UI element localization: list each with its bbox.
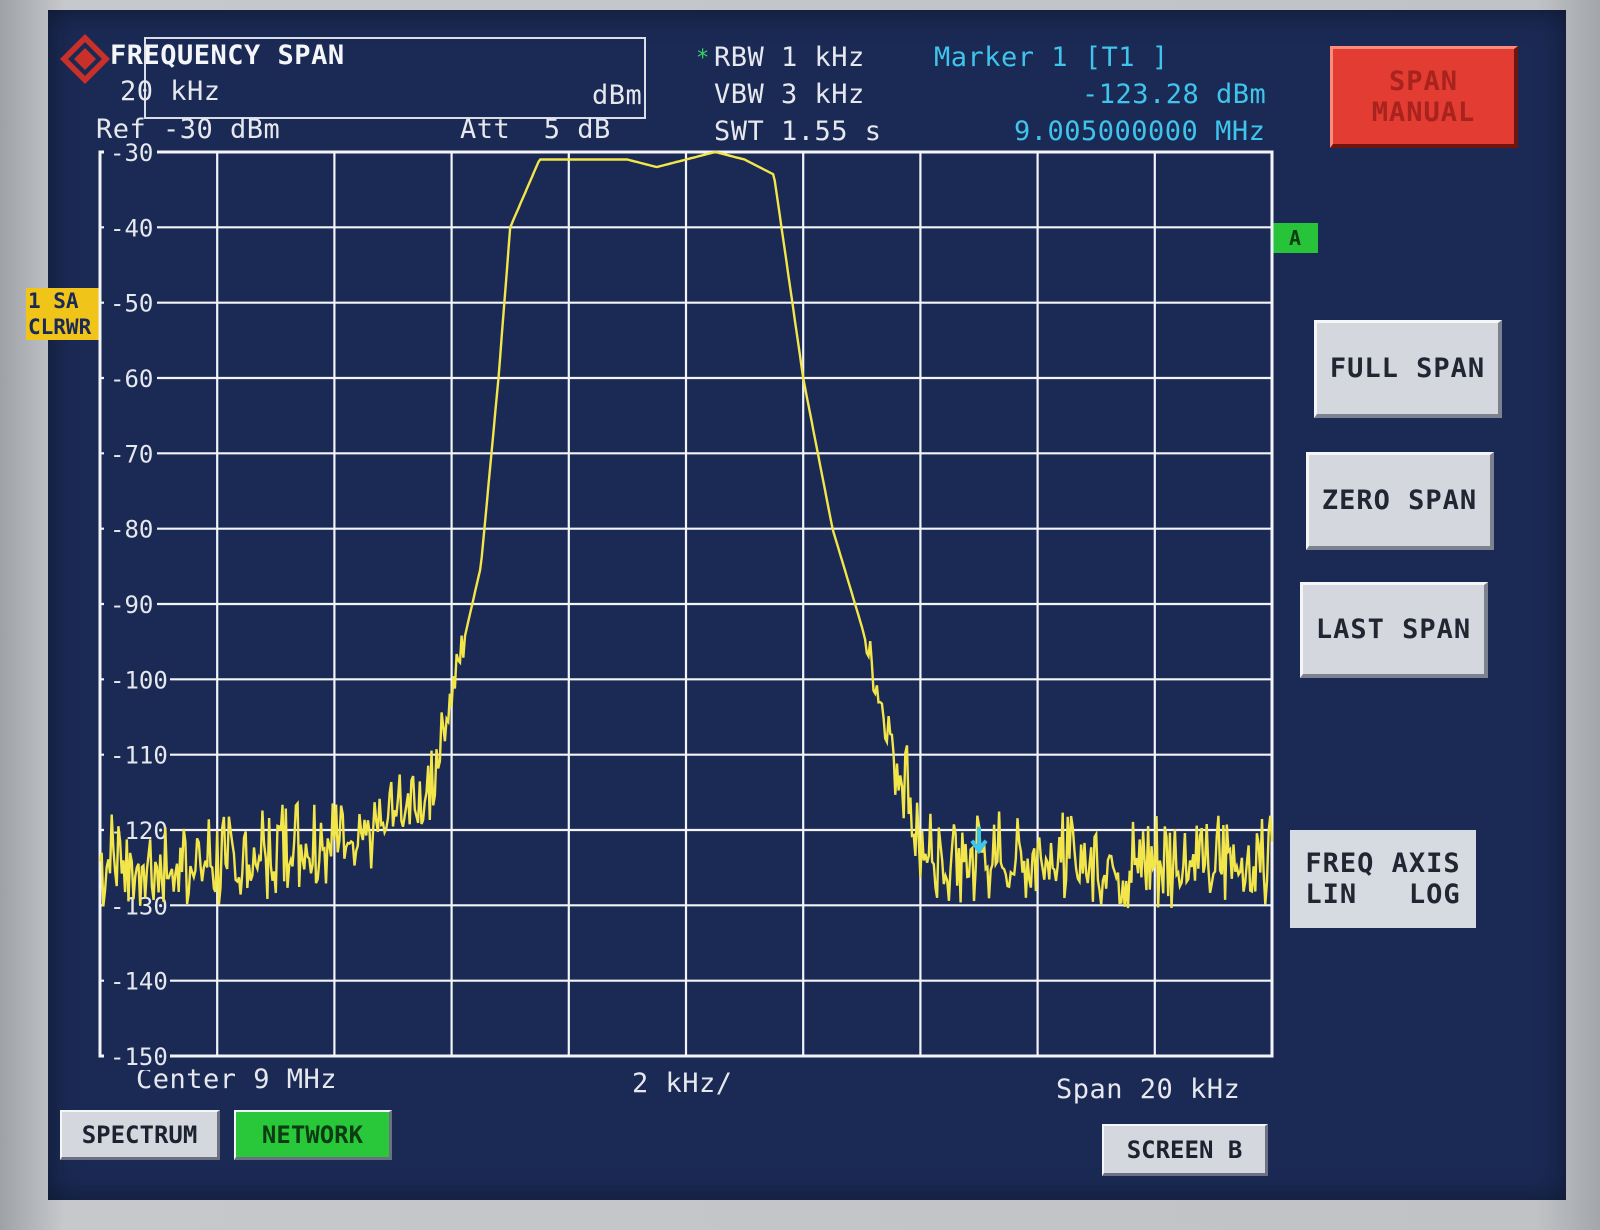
y-tick-label: -90 [110,591,153,619]
y-tick-label: -80 [110,516,153,544]
spectrum-plot[interactable]: -30-40-50-60-70-80-90-100-110-120-130-14… [48,10,1566,1200]
y-tick-label: -60 [110,365,153,393]
y-tick-label: -140 [110,968,168,996]
y-tick-label: -110 [110,742,168,770]
y-tick-label: -50 [110,290,153,318]
y-tick-label: -100 [110,666,168,694]
analyzer-screen: FREQUENCY SPAN 20 kHz dBm Ref -30 dBm At… [26,10,1566,1200]
y-tick-label: -70 [110,440,153,468]
y-tick-label: -40 [110,214,153,242]
y-tick-label: -150 [110,1043,168,1071]
y-tick-label: -30 [110,139,153,167]
